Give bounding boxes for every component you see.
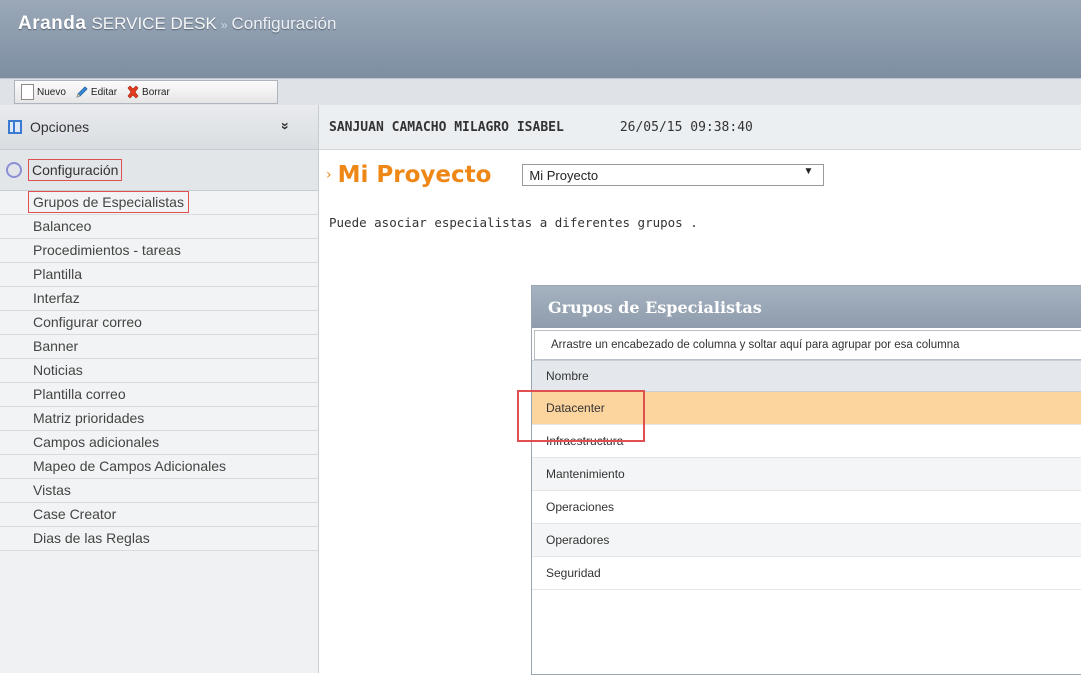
project-select-value: Mi Proyecto [529,167,599,183]
sidebar-item-label: Banner [33,338,79,354]
config-menu: Grupos de Especialistas Balanceo Procedi… [0,191,318,551]
sidebar-item-matriz-prioridades[interactable]: Matriz prioridades [0,407,318,431]
sidebar-item-campos-adicionales[interactable]: Campos adicionales [0,431,318,455]
sidebar: Opciones » Configuración Grupos de Espec… [0,105,319,673]
configuration-label: Configuración [28,159,123,181]
dropdown-arrow-icon: ▼ [803,166,814,177]
table-row[interactable]: Mantenimiento [532,458,1081,491]
sidebar-item-noticias[interactable]: Noticias [0,359,318,383]
brand-product: SERVICE DESK [91,14,217,33]
page-title: Mi Proyecto [337,162,492,188]
brand-name: Aranda [18,13,87,34]
edit-button-label: Editar [90,86,118,98]
table-row[interactable]: Datacenter [532,392,1081,425]
sidebar-item-dias-reglas[interactable]: Dias de las Reglas [0,527,318,551]
sidebar-item-plantilla[interactable]: Plantilla [0,263,318,287]
pencil-icon [74,84,88,100]
sidebar-item-procedimientos[interactable]: Procedimientos - tareas [0,239,318,263]
options-panel-icon [8,120,22,134]
specialist-groups-grid: Grupos de Especialistas Arrastre un enca… [531,285,1081,675]
sidebar-item-label: Mapeo de Campos Adicionales [33,458,227,474]
sidebar-item-label: Balanceo [33,218,92,234]
column-header-nombre[interactable]: Nombre [532,360,1081,392]
sidebar-item-vistas[interactable]: Vistas [0,479,318,503]
sidebar-item-label: Procedimientos - tareas [33,242,181,258]
grid-title: Grupos de Especialistas [532,286,1081,328]
main-content: SANJUAN CAMACHO MILAGRO ISABEL 26/05/15 … [319,105,1081,675]
table-row[interactable]: Seguridad [532,557,1081,590]
delete-x-icon [125,84,139,100]
delete-button[interactable]: Borrar [125,84,170,100]
user-info-bar: SANJUAN CAMACHO MILAGRO ISABEL 26/05/15 … [319,105,1081,150]
sidebar-item-balanceo[interactable]: Balanceo [0,215,318,239]
sidebar-item-label: Case Creator [33,506,117,522]
sidebar-item-label: Configurar correo [33,314,142,330]
sidebar-item-interfaz[interactable]: Interfaz [0,287,318,311]
sidebar-item-label: Interfaz [33,290,80,306]
new-button-label: Nuevo [37,86,66,98]
sidebar-item-label: Plantilla correo [33,386,126,402]
app-header: Aranda SERVICE DESK » Configuración [0,0,1081,78]
collapse-chevron-icon[interactable]: » [278,122,294,130]
sidebar-item-mapeo-campos[interactable]: Mapeo de Campos Adicionales [0,455,318,479]
options-header[interactable]: Opciones » [0,105,318,150]
grid-rows: Datacenter Infraestructura Mantenimiento… [532,392,1081,590]
sidebar-item-label: Matriz prioridades [33,410,145,426]
sidebar-item-grupos-especialistas[interactable]: Grupos de Especialistas [0,191,318,215]
edit-button[interactable]: Editar [74,84,117,100]
new-button[interactable]: Nuevo [21,84,66,100]
table-row[interactable]: Operaciones [532,491,1081,524]
session-datetime: 26/05/15 09:38:40 [619,119,753,135]
table-row[interactable]: Operadores [532,524,1081,557]
project-select[interactable]: Mi Proyecto ▼ [522,164,825,186]
table-row[interactable]: Infraestructura [532,425,1081,458]
group-by-drop-area[interactable]: Arrastre un encabezado de columna y solt… [534,330,1081,360]
user-name: SANJUAN CAMACHO MILAGRO ISABEL [329,119,564,135]
gear-icon [6,162,22,178]
sidebar-item-configurar-correo[interactable]: Configurar correo [0,311,318,335]
page-description: Puede asociar especialistas a diferentes… [329,215,698,230]
title-arrow-icon: › [326,167,332,183]
sidebar-item-plantilla-correo[interactable]: Plantilla correo [0,383,318,407]
toolbar: Nuevo Editar Borrar [14,80,278,104]
sidebar-item-label: Dias de las Reglas [33,530,150,546]
breadcrumb-separator: » [220,18,228,32]
sidebar-item-label: Noticias [33,362,83,378]
sidebar-item-label: Campos adicionales [33,434,160,450]
delete-button-label: Borrar [142,86,170,98]
new-document-icon [21,84,34,100]
project-header: › Mi Proyecto Mi Proyecto ▼ [326,162,825,188]
sidebar-item-label: Grupos de Especialistas [28,191,189,213]
sidebar-item-label: Vistas [33,482,71,498]
options-label: Opciones [30,119,90,135]
sidebar-item-banner[interactable]: Banner [0,335,318,359]
configuration-section[interactable]: Configuración [0,150,318,191]
app-title: Aranda SERVICE DESK » Configuración [18,13,336,43]
sidebar-item-label: Plantilla [33,266,83,282]
sidebar-item-case-creator[interactable]: Case Creator [0,503,318,527]
section-title: Configuración [231,14,337,33]
